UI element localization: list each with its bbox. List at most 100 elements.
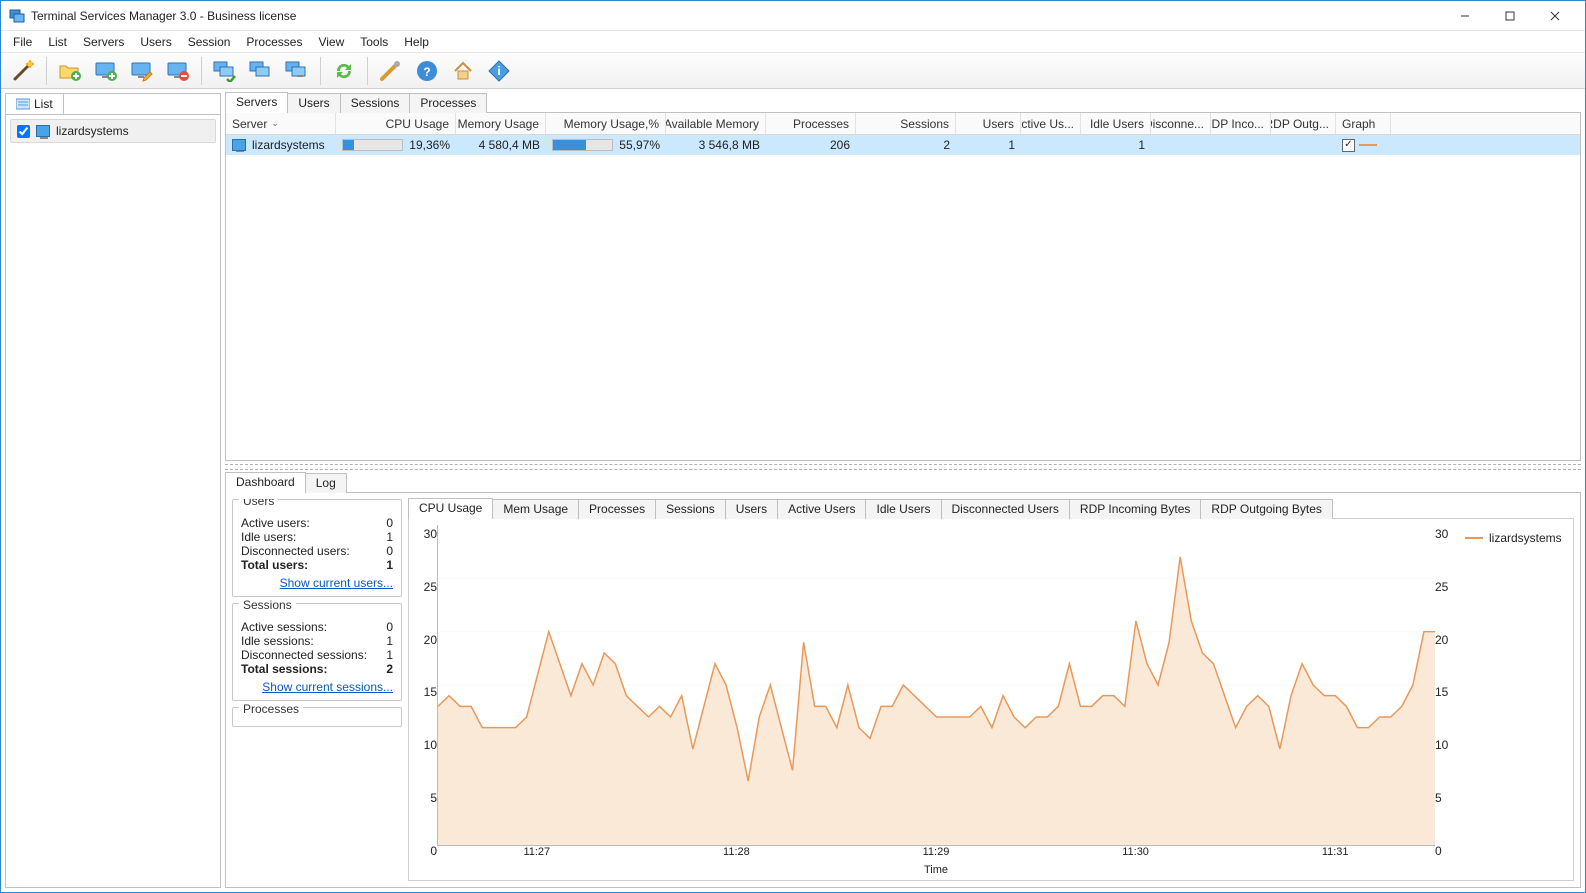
maximize-button[interactable] <box>1487 2 1532 30</box>
chart-tab-disconnected-users[interactable]: Disconnected Users <box>941 499 1070 519</box>
window-title: Terminal Services Manager 3.0 - Business… <box>31 9 1442 23</box>
wizard-icon[interactable] <box>7 55 39 87</box>
monitors-icon[interactable] <box>245 55 277 87</box>
chart-tab-idle-users[interactable]: Idle Users <box>865 499 941 519</box>
left-tab-list[interactable]: List <box>6 94 64 114</box>
col-sess[interactable]: Sessions <box>856 113 956 134</box>
left-tab-label: List <box>34 97 53 111</box>
menu-view[interactable]: View <box>310 32 352 52</box>
tab-servers[interactable]: Servers <box>225 92 288 113</box>
x-axis: 11:2711:2811:2911:3011:31Time <box>437 846 1435 876</box>
users-group-title: Users <box>239 499 278 508</box>
chart-tab-cpu-usage[interactable]: CPU Usage <box>408 498 493 519</box>
folder-add-icon[interactable] <box>54 55 86 87</box>
show-users-link[interactable]: Show current users... <box>241 576 393 590</box>
chart-tabs: CPU UsageMem UsageProcessesSessionsUsers… <box>408 498 1574 518</box>
lower-tab-log[interactable]: Log <box>305 473 347 493</box>
col-mem[interactable]: Memory Usage <box>456 113 546 134</box>
chart-plot[interactable] <box>437 525 1435 846</box>
table-row[interactable]: lizardsystems19,36%4 580,4 MB55,97%3 546… <box>226 135 1580 155</box>
chart-tab-active-users[interactable]: Active Users <box>777 499 866 519</box>
refresh-icon[interactable] <box>328 55 360 87</box>
content: List lizardsystems ServersUsersSessionsP… <box>1 89 1585 892</box>
processes-group-title: Processes <box>239 702 303 716</box>
y-axis-left: 302520151050 <box>413 525 437 876</box>
list-icon <box>16 98 30 110</box>
col-au[interactable]: Active Us... <box>1021 113 1081 134</box>
col-iu[interactable]: Idle Users <box>1081 113 1151 134</box>
svg-text:?: ? <box>423 65 430 79</box>
y-axis-right: 302520151050 <box>1435 525 1459 876</box>
col-du[interactable]: Disconne... <box>1151 113 1211 134</box>
menu-users[interactable]: Users <box>132 32 179 52</box>
svg-text:i: i <box>497 64 500 78</box>
monitors-check-icon[interactable] <box>209 55 241 87</box>
col-rout[interactable]: RDP Outg... <box>1271 113 1336 134</box>
left-panel: List lizardsystems <box>5 93 221 888</box>
menu-list[interactable]: List <box>40 32 75 52</box>
sessions-group: Sessions Active sessions:0Idle sessions:… <box>232 603 402 701</box>
col-proc[interactable]: Processes <box>766 113 856 134</box>
chart-tab-users[interactable]: Users <box>725 499 778 519</box>
menu-tools[interactable]: Tools <box>352 32 396 52</box>
show-sessions-link[interactable]: Show current sessions... <box>241 680 393 694</box>
right-panel: ServersUsersSessionsProcesses Server⌄CPU… <box>225 93 1581 888</box>
chart-tab-mem-usage[interactable]: Mem Usage <box>492 499 579 519</box>
chart-column: CPU UsageMem UsageProcessesSessionsUsers… <box>408 499 1574 881</box>
users-group: Users Active users:0Idle users:1Disconne… <box>232 499 402 597</box>
menu-servers[interactable]: Servers <box>75 32 132 52</box>
col-rin[interactable]: RDP Inco... <box>1211 113 1271 134</box>
chart-tab-sessions[interactable]: Sessions <box>655 499 726 519</box>
col-server[interactable]: Server⌄ <box>226 113 336 134</box>
server-grid: Server⌄CPU UsageMemory UsageMemory Usage… <box>225 112 1581 461</box>
sessions-group-title: Sessions <box>239 598 296 612</box>
menubar: FileListServersUsersSessionProcessesView… <box>1 31 1585 53</box>
server-tree-item[interactable]: lizardsystems <box>10 119 216 143</box>
chart-tab-processes[interactable]: Processes <box>578 499 656 519</box>
monitor-edit-icon[interactable] <box>126 55 158 87</box>
settings-icon[interactable] <box>375 55 407 87</box>
menu-file[interactable]: File <box>5 32 40 52</box>
monitors-alt-icon[interactable] <box>281 55 313 87</box>
info-icon[interactable]: i <box>483 55 515 87</box>
tab-sessions[interactable]: Sessions <box>340 93 411 113</box>
lower-tabs: DashboardLog <box>225 472 1581 492</box>
chart-body: 302520151050 11:2711:2811:2911:3011:31Ti… <box>408 518 1574 881</box>
col-cpu[interactable]: CPU Usage <box>336 113 456 134</box>
x-axis-label: Time <box>924 864 948 876</box>
help-icon[interactable]: ? <box>411 55 443 87</box>
server-checkbox[interactable] <box>17 125 30 138</box>
legend-swatch <box>1465 537 1483 539</box>
titlebar: Terminal Services Manager 3.0 - Business… <box>1 1 1585 31</box>
menu-help[interactable]: Help <box>396 32 437 52</box>
monitor-remove-icon[interactable] <box>162 55 194 87</box>
menu-processes[interactable]: Processes <box>238 32 310 52</box>
upper-pane: ServersUsersSessionsProcesses Server⌄CPU… <box>225 93 1581 461</box>
grid-header: Server⌄CPU UsageMemory UsageMemory Usage… <box>226 113 1580 135</box>
lower-tab-dashboard[interactable]: Dashboard <box>225 472 306 493</box>
toolbar: ? i <box>1 53 1585 89</box>
minimize-button[interactable] <box>1442 2 1487 30</box>
chart-legend: lizardsystems <box>1459 525 1569 876</box>
home-icon[interactable] <box>447 55 479 87</box>
monitor-add-icon[interactable] <box>90 55 122 87</box>
col-mempct[interactable]: Memory Usage,% <box>546 113 666 134</box>
menu-session[interactable]: Session <box>180 32 239 52</box>
col-users[interactable]: Users <box>956 113 1021 134</box>
col-avail[interactable]: Available Memory <box>666 113 766 134</box>
tab-processes[interactable]: Processes <box>409 93 487 113</box>
vertical-splitter[interactable] <box>225 464 1581 470</box>
monitor-icon <box>36 125 50 137</box>
close-button[interactable] <box>1532 2 1577 30</box>
stats-column: Users Active users:0Idle users:1Disconne… <box>232 499 402 881</box>
tab-users[interactable]: Users <box>287 93 340 113</box>
legend-label: lizardsystems <box>1489 531 1562 545</box>
lower-pane: DashboardLog Users Active users:0Idle us… <box>225 473 1581 888</box>
app-icon <box>9 8 25 24</box>
processes-group: Processes <box>232 707 402 727</box>
upper-tabs: ServersUsersSessionsProcesses <box>225 92 1581 112</box>
server-tree-label: lizardsystems <box>56 124 129 138</box>
chart-tab-rdp-incoming-bytes[interactable]: RDP Incoming Bytes <box>1069 499 1202 519</box>
chart-tab-rdp-outgoing-bytes[interactable]: RDP Outgoing Bytes <box>1200 499 1333 519</box>
col-graph[interactable]: Graph <box>1336 113 1391 134</box>
